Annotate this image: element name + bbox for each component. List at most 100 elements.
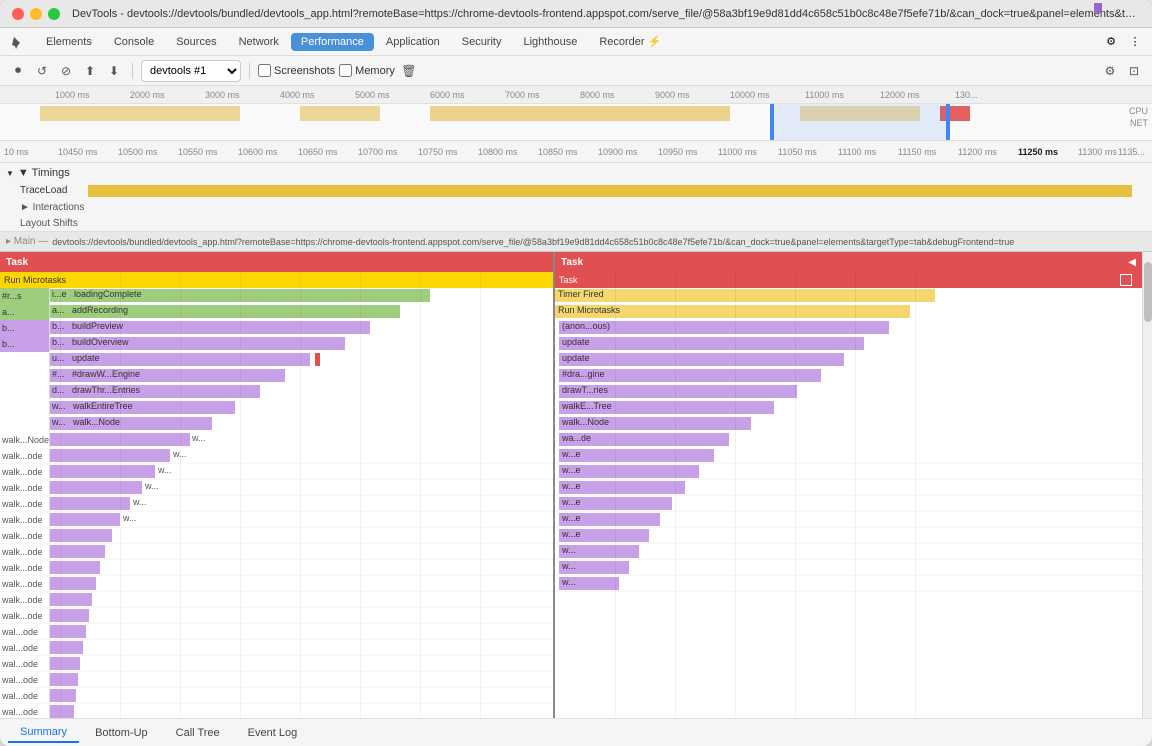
maximize-button[interactable] [48, 8, 60, 20]
right-we-row-5[interactable]: w...e [555, 528, 1142, 544]
timings-header[interactable]: ▼ ▼ Timings [0, 163, 1152, 183]
walk-row-1[interactable]: walk...odew... [0, 464, 553, 480]
timeline-selection[interactable] [770, 104, 950, 141]
walk-row-16[interactable]: wal...ode [0, 704, 553, 718]
right-row-anon[interactable]: (anon...ous) [555, 320, 1142, 336]
walk-row-11[interactable]: wal...ode [0, 624, 553, 640]
dock-icon[interactable]: ⊡ [1124, 61, 1144, 81]
scrollbar-thumb[interactable] [1144, 262, 1152, 322]
right-row-drawt[interactable]: drawT...ries [555, 384, 1142, 400]
tab-summary[interactable]: Summary [8, 723, 79, 743]
minimize-button[interactable] [30, 8, 42, 20]
row-l4[interactable]: b... b... buildOverview [0, 336, 553, 352]
tab-recorder[interactable]: Recorder ⚡ [589, 32, 671, 51]
tab-call-tree[interactable]: Call Tree [164, 724, 232, 742]
walk-row-0[interactable]: walk...odew... [0, 448, 553, 464]
layout-shifts-row[interactable]: Layout Shifts [0, 215, 1152, 231]
walk-row-12[interactable]: wal...ode [0, 640, 553, 656]
close-button[interactable] [12, 8, 24, 20]
row-walk1[interactable]: walk...Node w... [0, 432, 553, 448]
interactions-row[interactable]: ► Interactions [0, 199, 1152, 215]
right-expand-icon[interactable]: ◀ [1128, 257, 1136, 268]
right-we-row-3[interactable]: w...e [555, 496, 1142, 512]
tab-bottom-up[interactable]: Bottom-Up [83, 724, 160, 742]
right-row-timer[interactable]: Timer Fired [555, 288, 1142, 304]
walk-row-6[interactable]: walk...ode [0, 544, 553, 560]
walk-row-14[interactable]: wal...ode [0, 672, 553, 688]
tab-lighthouse[interactable]: Lighthouse [513, 33, 587, 51]
walk-row-13[interactable]: wal...ode [0, 656, 553, 672]
right-row-walke[interactable]: walkE...Tree [555, 400, 1142, 416]
row-l8[interactable]: w... walkEntireTree [0, 400, 553, 416]
detail-tick-2: 10500 ms [118, 147, 158, 157]
row-l7[interactable]: d... drawThr...Entries [0, 384, 553, 400]
profile-select[interactable]: devtools #1 [141, 60, 241, 82]
tab-security[interactable]: Security [452, 33, 512, 51]
right-w-row-1[interactable]: w... [555, 560, 1142, 576]
walk-row-7-label: walk...ode [0, 560, 50, 575]
walk-row-4[interactable]: walk...odew... [0, 512, 553, 528]
walk-row-4-bar [50, 513, 120, 526]
row-l7-bars: d... drawThr...Entries [50, 384, 553, 400]
row-l6[interactable]: #... #drawW...Engine [0, 368, 553, 384]
walk-row-5[interactable]: walk...ode [0, 528, 553, 544]
walk-row-7[interactable]: walk...ode [0, 560, 553, 576]
tab-network[interactable]: Network [229, 33, 289, 51]
walk-row-1-label: walk...ode [0, 464, 50, 479]
right-w-row-2[interactable]: w... [555, 576, 1142, 592]
memory-checkbox[interactable] [339, 64, 352, 77]
walk-row-15-bars [50, 688, 553, 703]
record-button[interactable]: ⏺ [8, 61, 28, 81]
right-row-microtasks[interactable]: Run Microtasks [555, 304, 1142, 320]
right-we-row-1[interactable]: w...e [555, 464, 1142, 480]
settings-icon[interactable]: ⚙ [1102, 33, 1120, 51]
tab-performance[interactable]: Performance [291, 33, 374, 51]
row-l5[interactable]: u... update [0, 352, 553, 368]
row-l9[interactable]: w... walk...Node [0, 416, 553, 432]
walk-row-8[interactable]: walk...ode [0, 576, 553, 592]
timeline-overview[interactable]: 1000 ms 2000 ms 3000 ms 4000 ms 5000 ms … [0, 86, 1152, 141]
upload-button[interactable]: ⬆ [80, 61, 100, 81]
vertical-scrollbar[interactable] [1142, 252, 1152, 718]
right-we-row-0[interactable]: w...e [555, 448, 1142, 464]
right-row-wade[interactable]: wa...de [555, 432, 1142, 448]
tab-console[interactable]: Console [104, 33, 164, 51]
detail-tick-6: 10700 ms [358, 147, 398, 157]
traceload-row[interactable]: TraceLoad [0, 183, 1152, 199]
right-row-task[interactable]: Task [555, 272, 1142, 288]
tab-event-log[interactable]: Event Log [236, 724, 310, 742]
walk-row-2-bar [50, 481, 142, 494]
walk-row-2[interactable]: walk...odew... [0, 480, 553, 496]
walk-row-13-bar [50, 657, 80, 670]
right-row-draw[interactable]: #dra...gine [555, 368, 1142, 384]
walk-row-15[interactable]: wal...ode [0, 688, 553, 704]
screenshots-checkbox[interactable] [258, 64, 271, 77]
right-we-row-4[interactable]: w...e [555, 512, 1142, 528]
selection-right-handle[interactable] [946, 104, 950, 141]
download-button[interactable]: ⬇ [104, 61, 124, 81]
row-l7-label [0, 384, 50, 400]
settings-gear-icon[interactable]: ⚙ [1100, 61, 1120, 81]
more-options-icon[interactable]: ⋮ [1126, 33, 1144, 51]
row-run-microtasks[interactable]: Run Microtasks [0, 272, 553, 288]
l7-bar-drawThr: d... drawThr...Entries [50, 385, 260, 398]
tab-application[interactable]: Application [376, 33, 450, 51]
clear-button[interactable]: ⊘ [56, 61, 76, 81]
walk-row-10[interactable]: walk...ode [0, 608, 553, 624]
reload-button[interactable]: ↺ [32, 61, 52, 81]
tab-sources[interactable]: Sources [166, 33, 226, 51]
row-l2[interactable]: a... a... addRecording [0, 304, 553, 320]
walk-row-3[interactable]: walk...odew... [0, 496, 553, 512]
selection-left-handle[interactable] [770, 104, 774, 141]
right-we-row-2[interactable]: w...e [555, 480, 1142, 496]
row-l1[interactable]: #r...s i...e loadingComplete [0, 288, 553, 304]
right-row-update1[interactable]: update [555, 336, 1142, 352]
walk-row-9[interactable]: walk...ode [0, 592, 553, 608]
right-row-update2[interactable]: update [555, 352, 1142, 368]
right-row-walkn[interactable]: walk...Node [555, 416, 1142, 432]
trash-button[interactable]: 🗑 [399, 61, 419, 81]
tab-elements[interactable]: Elements [36, 33, 102, 51]
inspect-button[interactable] [8, 31, 30, 53]
row-l3[interactable]: b... b... buildPreview [0, 320, 553, 336]
right-w-row-0[interactable]: w... [555, 544, 1142, 560]
